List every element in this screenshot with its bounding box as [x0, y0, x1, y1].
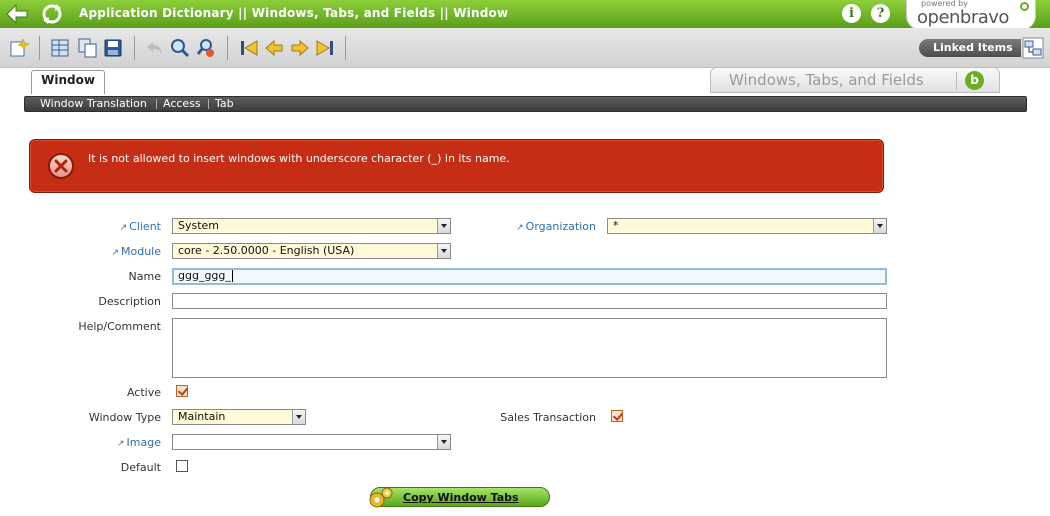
error-message: It is not allowed to insert windows with… [88, 152, 510, 165]
toolbar-separator [134, 36, 135, 60]
linked-items-icon[interactable] [1022, 37, 1044, 59]
active-checkbox[interactable] [176, 385, 188, 397]
toolbar: Linked Items [0, 28, 1050, 68]
chevron-down-icon[interactable] [873, 219, 886, 233]
chevron-down-icon[interactable] [437, 435, 450, 449]
tab-window[interactable]: Window [31, 70, 105, 94]
logo-name: openbravo [917, 7, 1009, 28]
subtab-access[interactable]: Access [163, 97, 201, 111]
save-icon[interactable] [103, 38, 123, 58]
image-label[interactable]: ↗ Image [117, 436, 161, 449]
help-comment-textarea[interactable] [172, 318, 887, 378]
window-title: Windows, Tabs, and Fields [729, 71, 924, 89]
name-label: Name [128, 270, 161, 283]
copy-window-tabs-label: Copy Window Tabs [403, 491, 519, 504]
window-type-select[interactable]: Maintain [172, 409, 306, 425]
subtab-window-translation[interactable]: Window Translation [40, 97, 147, 111]
error-icon [48, 153, 74, 179]
text-cursor [231, 270, 233, 282]
help-icon[interactable]: ? [871, 4, 890, 23]
copy-window-tabs-button[interactable]: Copy Window Tabs [369, 487, 550, 508]
module-select[interactable]: core - 2.50.0000 - English (USA) [172, 243, 451, 259]
help-comment-label: Help/Comment [78, 320, 161, 333]
image-select[interactable] [172, 434, 451, 450]
top-bar: Application Dictionary || Windows, Tabs,… [0, 0, 1050, 30]
default-label: Default [120, 461, 161, 474]
description-label: Description [98, 295, 161, 308]
chevron-down-icon[interactable] [437, 219, 450, 233]
description-input[interactable] [172, 293, 887, 309]
refresh-icon[interactable] [41, 3, 63, 25]
last-record-icon[interactable] [315, 38, 335, 58]
copy-icon[interactable] [78, 38, 98, 58]
chevron-down-icon[interactable] [437, 244, 450, 258]
sales-transaction-checkbox[interactable] [611, 410, 623, 422]
title-separator [956, 72, 957, 90]
window-type-label: Window Type [88, 411, 161, 424]
client-label[interactable]: ↗ Client [120, 220, 161, 233]
toolbar-separator [39, 36, 40, 60]
undo-icon[interactable] [145, 38, 165, 58]
active-label: Active [126, 386, 161, 399]
default-checkbox[interactable] [176, 460, 188, 472]
logo-dot-icon [1020, 2, 1029, 11]
subtab-separator [208, 99, 209, 109]
name-input[interactable]: ggg_ggg_ [172, 268, 887, 285]
error-message-box: It is not allowed to insert windows with… [29, 139, 884, 193]
openbravo-badge-icon[interactable]: b [965, 71, 984, 90]
search-icon[interactable] [170, 38, 190, 58]
new-icon[interactable] [9, 38, 29, 58]
subtab-separator [156, 99, 157, 109]
organization-label[interactable]: ↗ Organization [516, 220, 596, 233]
first-record-icon[interactable] [239, 38, 259, 58]
info-icon[interactable]: i [842, 4, 861, 23]
grid-icon[interactable] [50, 38, 70, 58]
openbravo-logo[interactable]: powered by openbravo [906, 0, 1036, 30]
sales-transaction-label: Sales Transaction [500, 411, 596, 424]
linked-items-button[interactable]: Linked Items [919, 39, 1021, 57]
toolbar-separator [227, 36, 228, 60]
gears-icon [369, 487, 393, 508]
advanced-search-icon[interactable] [196, 38, 216, 58]
subtab-tab[interactable]: Tab [215, 97, 234, 111]
toolbar-separator [345, 36, 346, 60]
client-select[interactable]: System [172, 218, 451, 234]
back-icon[interactable] [6, 3, 28, 25]
window-title-tab: Windows, Tabs, and Fields b [710, 67, 1000, 93]
previous-record-icon[interactable] [264, 38, 284, 58]
next-record-icon[interactable] [290, 38, 310, 58]
organization-select[interactable]: * [607, 218, 887, 234]
breadcrumb: Application Dictionary || Windows, Tabs,… [79, 6, 509, 20]
module-label[interactable]: ↗ Module [111, 245, 161, 258]
chevron-down-icon[interactable] [292, 410, 305, 424]
subtab-bar: Window Translation Access Tab [24, 96, 1027, 112]
